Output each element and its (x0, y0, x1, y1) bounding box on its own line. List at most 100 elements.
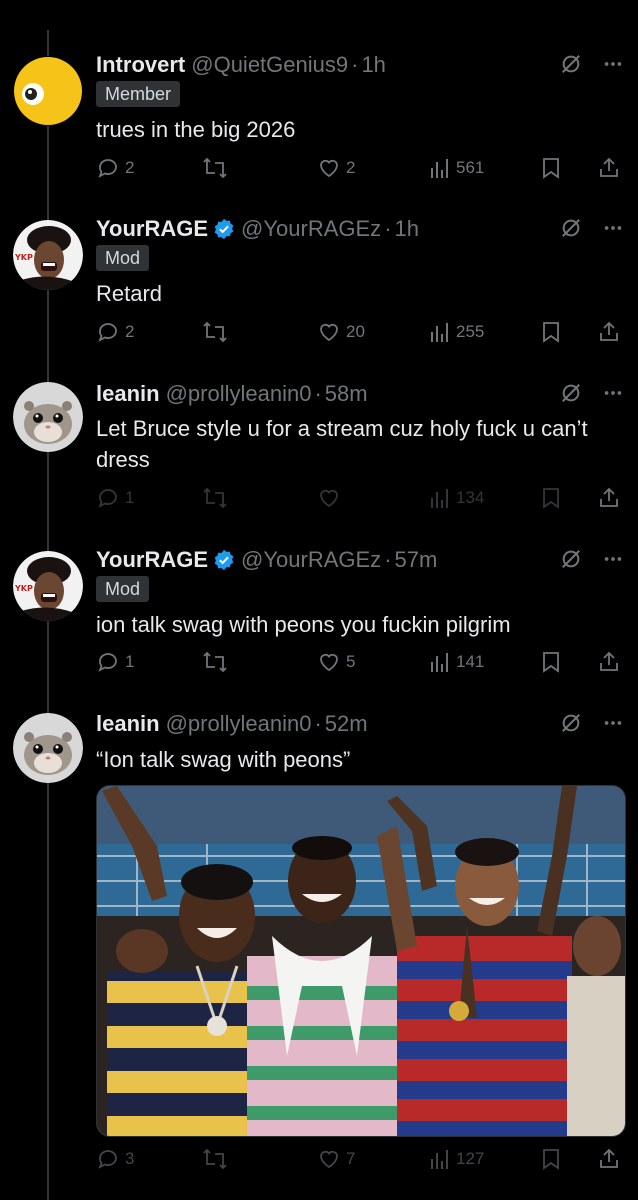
bookmark-button[interactable] (540, 650, 562, 674)
bookmark-button[interactable] (540, 156, 562, 180)
author-handle[interactable]: @YourRAGEz (241, 547, 381, 573)
reply-button[interactable]: 1 (96, 650, 134, 674)
verified-badge-icon (213, 549, 235, 571)
avatar[interactable] (13, 382, 83, 452)
share-button[interactable] (597, 486, 621, 510)
reply-icon (98, 1150, 117, 1169)
post-media-photo[interactable] (96, 785, 626, 1137)
author-name[interactable]: Introvert (96, 52, 185, 78)
author-name[interactable]: YourRAGE (96, 216, 208, 242)
author-handle[interactable]: @prollyleanin0 (166, 711, 312, 737)
author-name[interactable]: leanin (96, 711, 160, 737)
separator: · (314, 711, 322, 736)
timestamp[interactable]: 58m (325, 381, 368, 407)
more-icon[interactable] (602, 548, 624, 575)
like-count: 2 (346, 158, 356, 177)
share-button[interactable] (597, 1147, 621, 1171)
post-text: Let Bruce style u for a stream cuz holy … (96, 416, 588, 472)
reply-count: 1 (125, 652, 135, 671)
views-button[interactable]: 255 (429, 320, 484, 344)
member-badge: Member (96, 81, 181, 107)
more-icon[interactable] (602, 382, 624, 409)
share-button[interactable] (597, 650, 621, 674)
like-count: 20 (346, 322, 365, 341)
heart-icon (320, 323, 338, 342)
grok-icon[interactable] (560, 53, 582, 80)
repost-button[interactable] (202, 1147, 228, 1171)
like-button[interactable]: 2 (317, 156, 355, 180)
bookmark-button[interactable] (540, 320, 562, 344)
views-icon (431, 653, 448, 672)
repost-button[interactable] (202, 156, 228, 180)
share-icon (600, 487, 618, 507)
reply-button[interactable]: 2 (96, 320, 134, 344)
repost-button[interactable] (202, 486, 228, 510)
timestamp[interactable]: 57m (395, 547, 438, 573)
repost-button[interactable] (202, 320, 228, 344)
separator: · (384, 216, 392, 241)
grok-icon[interactable] (560, 548, 582, 575)
views-button[interactable]: 141 (429, 650, 484, 674)
like-button[interactable]: 20 (317, 320, 365, 344)
grok-icon[interactable] (560, 712, 582, 739)
author-handle[interactable]: @QuietGenius9 (191, 52, 348, 78)
more-icon[interactable] (602, 53, 624, 80)
timestamp[interactable]: 1h (395, 216, 419, 242)
share-icon (600, 321, 618, 341)
reply-button[interactable]: 3 (96, 1147, 134, 1171)
views-button[interactable]: 127 (429, 1147, 484, 1171)
views-icon (431, 323, 448, 342)
repost-icon (203, 651, 227, 673)
repost-icon (203, 1148, 227, 1170)
view-count: 127 (456, 1149, 485, 1168)
views-button[interactable]: 134 (429, 486, 484, 510)
views-icon (431, 489, 448, 508)
heart-icon (320, 653, 338, 672)
share-button[interactable] (597, 156, 621, 180)
bookmark-button[interactable] (540, 1147, 562, 1171)
author-name[interactable]: YourRAGE (96, 547, 208, 573)
share-icon (600, 651, 618, 671)
share-icon (600, 157, 618, 177)
heart-icon (320, 489, 338, 508)
reply-icon (98, 323, 117, 342)
post-text: trues in the big 2026 (96, 117, 296, 142)
grok-icon[interactable] (560, 382, 582, 409)
share-button[interactable] (597, 320, 621, 344)
avatar[interactable] (13, 713, 83, 783)
views-icon (431, 1150, 448, 1169)
view-count: 561 (456, 158, 485, 177)
reply-button[interactable]: 2 (96, 156, 134, 180)
repost-button[interactable] (202, 650, 228, 674)
avatar[interactable] (13, 56, 83, 126)
svg-text:YKP: YKP (14, 584, 33, 593)
reply-button[interactable]: 1 (96, 486, 134, 510)
author-handle[interactable]: @YourRAGEz (241, 216, 381, 242)
post-5-actions: 3 7 127 (96, 1144, 626, 1174)
bookmark-button[interactable] (540, 486, 562, 510)
avatar[interactable]: YKP (13, 551, 83, 621)
timestamp[interactable]: 52m (325, 711, 368, 737)
bookmark-icon (543, 158, 559, 179)
repost-icon (203, 157, 227, 179)
like-button[interactable]: 5 (317, 650, 355, 674)
separator: · (384, 547, 392, 572)
reply-count: 1 (125, 488, 135, 507)
timestamp[interactable]: 1h (361, 52, 385, 78)
repost-icon (203, 487, 227, 509)
views-button[interactable]: 561 (429, 156, 484, 180)
grok-icon[interactable] (560, 217, 582, 244)
author-name[interactable]: leanin (96, 381, 160, 407)
views-icon (431, 159, 448, 178)
verified-badge-icon (213, 218, 235, 240)
reply-count: 2 (125, 322, 135, 341)
repost-icon (203, 321, 227, 343)
like-count: 5 (346, 652, 356, 671)
like-button[interactable] (317, 486, 346, 510)
more-icon[interactable] (602, 217, 624, 244)
like-button[interactable]: 7 (317, 1147, 355, 1171)
author-handle[interactable]: @prollyleanin0 (166, 381, 312, 407)
more-icon[interactable] (602, 712, 624, 739)
avatar[interactable]: YKP (13, 220, 83, 290)
post-text: Retard (96, 281, 163, 306)
